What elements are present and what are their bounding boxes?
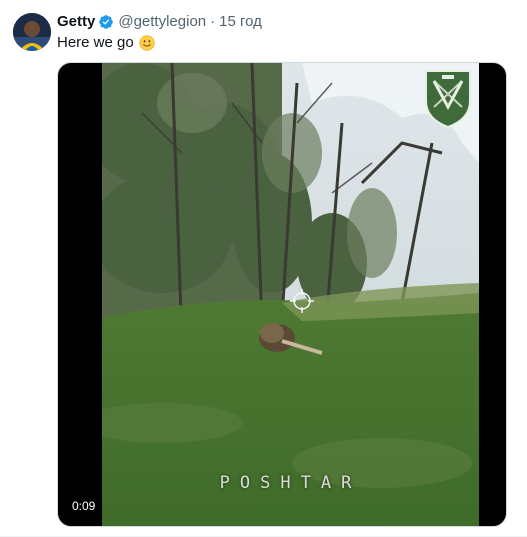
separator-dot: · [210, 13, 216, 30]
tweet-text: Here we go [57, 33, 155, 53]
slightly-smiling-face-icon [139, 35, 155, 51]
timestamp[interactable]: 15 год [219, 12, 262, 32]
tweet[interactable]: Getty @gettylegion · 15 год Here we go P… [0, 0, 527, 537]
user-handle[interactable]: @gettylegion [118, 12, 206, 32]
video-player[interactable]: POSHTAR 0:09 [57, 62, 507, 527]
verified-badge-icon [98, 14, 114, 30]
military-shield-emblem-icon [425, 70, 471, 129]
video-duration-badge: 0:09 [67, 497, 101, 515]
video-watermark: POSHTAR [219, 473, 362, 493]
video-frame[interactable]: POSHTAR [102, 63, 479, 526]
tweet-header: Getty @gettylegion · 15 год [57, 12, 262, 32]
tweet-text-content: Here we go [57, 34, 134, 51]
avatar[interactable] [13, 13, 51, 51]
display-name[interactable]: Getty [57, 12, 95, 32]
